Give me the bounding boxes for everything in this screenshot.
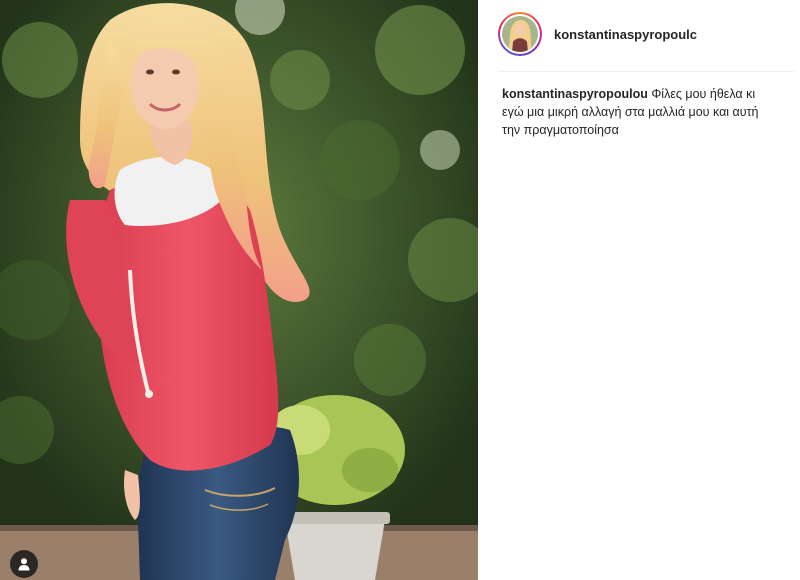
post-header: konstantinaspyropoulc	[498, 6, 790, 62]
post-caption: konstantinaspyropoulou Φίλες μου ήθελα κ…	[502, 85, 768, 139]
caption-username[interactable]: konstantinaspyropoulou	[502, 87, 648, 101]
avatar[interactable]	[502, 16, 538, 52]
post-sidebar: konstantinaspyropoulc konstantinaspyropo…	[478, 0, 800, 580]
user-tag-button[interactable]	[10, 550, 38, 578]
avatar-image	[502, 16, 538, 52]
header-username[interactable]: konstantinaspyropoulc	[554, 27, 700, 42]
person-icon	[18, 558, 30, 571]
post-photo-image	[0, 0, 478, 580]
post-photo[interactable]	[0, 0, 478, 580]
avatar-story-ring[interactable]	[498, 12, 542, 56]
header-divider	[498, 71, 794, 72]
